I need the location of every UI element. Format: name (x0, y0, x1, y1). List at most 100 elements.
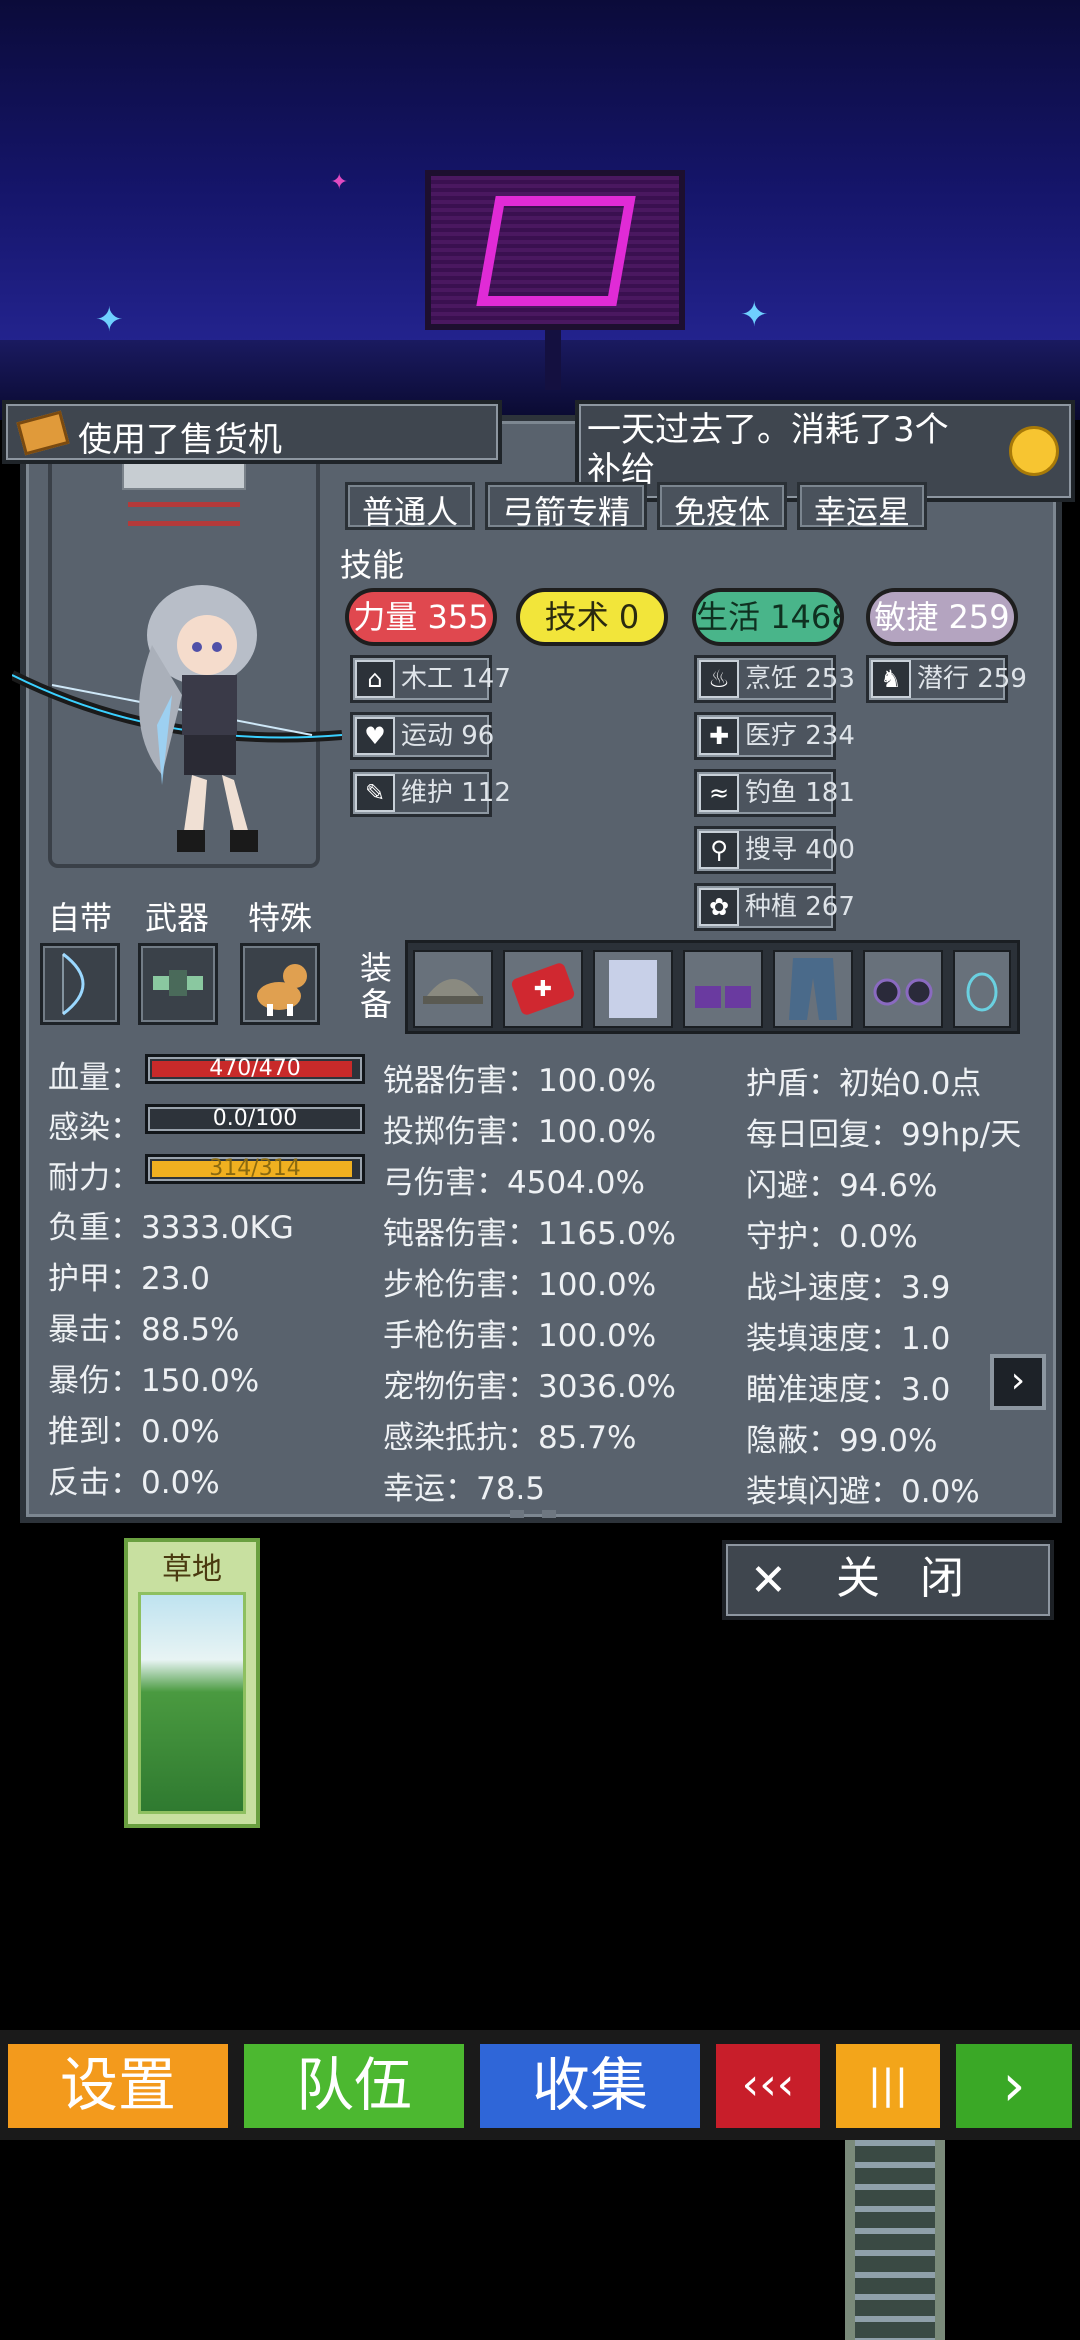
stat-counter: 反击：0.0% (48, 1465, 220, 1501)
stat-stealth: 隐蔽：99.0% (746, 1423, 938, 1459)
crossbow-icon (153, 970, 203, 996)
pants-icon (789, 958, 837, 1020)
svg-text:✚: ✚ (534, 977, 552, 1002)
house-icon: ⌂ (355, 660, 395, 698)
equip-slot-vest[interactable] (593, 950, 673, 1028)
equipment-strip: ✚ (405, 940, 1020, 1034)
stat-sharp-damage: 锐器伤害：100.0% (383, 1063, 657, 1099)
play-button-icon[interactable]: › (952, 2040, 1076, 2132)
name-plate (122, 462, 246, 490)
equip-slot-glasses[interactable] (863, 950, 943, 1028)
trait-tag[interactable]: 免疫体 (657, 482, 788, 531)
archer-character-sprite (12, 585, 342, 852)
rewind-button-icon[interactable]: ‹‹‹ (712, 2040, 824, 2132)
stat-crit-damage: 暴伤：150.0% (48, 1363, 260, 1399)
stat-infection-label: 感染： (48, 1110, 141, 1146)
skill-strength[interactable]: 力量 355 (345, 588, 497, 646)
stat-guard: 守护：0.0% (746, 1219, 918, 1255)
weapon-slot[interactable] (138, 943, 218, 1025)
stat-pistol-damage: 手枪伤害：100.0% (383, 1318, 657, 1354)
next-page-arrow-icon[interactable]: › (990, 1354, 1046, 1410)
grassland-scene (138, 1592, 246, 1814)
collect-button[interactable]: 收集 (476, 2040, 704, 2132)
category-special: 特殊 (248, 899, 313, 937)
heart-icon: ♥ (355, 717, 395, 755)
stamina-bar: 314/314 (145, 1154, 365, 1184)
settings-button[interactable]: 设置 (4, 2040, 232, 2132)
subskill-fishing[interactable]: ≈ 钓鱼 181 (694, 769, 855, 817)
equip-slot-accessory[interactable] (953, 950, 1011, 1028)
category-innate: 自带 (48, 899, 113, 937)
infection-bar: 0.0/100 (145, 1104, 365, 1134)
trait-tag[interactable]: 弓箭专精 (485, 482, 648, 531)
category-weapon: 武器 (145, 899, 210, 937)
trait-tag[interactable]: 幸运星 (797, 482, 928, 531)
cap-icon (423, 979, 483, 1004)
close-button-label: 关闭 (836, 1553, 1004, 1604)
stat-hp-label: 血量： (48, 1060, 141, 1096)
stat-shield: 护盾：初始0.0点 (746, 1066, 982, 1102)
shoes-icon (695, 986, 751, 1008)
subskill-stealth[interactable]: ♞ 潜行 259 (866, 655, 1027, 703)
notification-text: 一天过去了。消耗了3个补给 (587, 410, 949, 490)
subskill-search[interactable]: ⚲ 搜寻 400 (694, 826, 855, 874)
stat-bow-damage: 弓伤害：4504.0% (383, 1165, 645, 1201)
team-button[interactable]: 队伍 (240, 2040, 468, 2132)
stat-aim-speed: 瞄准速度：3.0 (746, 1372, 951, 1408)
corgi-pet-icon (257, 964, 307, 1016)
bow-icon (62, 952, 85, 1016)
subskill-medical[interactable]: ✚ 医疗 234 (694, 712, 855, 760)
stat-weight: 负重：3333.0KG (48, 1210, 294, 1246)
stat-pet-damage: 宠物伤害：3036.0% (383, 1369, 676, 1405)
billboard-pole (545, 330, 561, 390)
stat-infection-resist: 感染抵抗：85.7% (383, 1420, 637, 1456)
equip-slot-cap[interactable] (413, 950, 493, 1028)
stat-combat-speed: 战斗速度：3.9 (746, 1270, 951, 1306)
equipment-label: 装备 (360, 949, 393, 1023)
equip-slot-firstaid[interactable]: ✚ (503, 950, 583, 1028)
pot-icon: ♨ (699, 660, 739, 698)
special-slot[interactable] (240, 943, 320, 1025)
page-dot (542, 1510, 556, 1518)
portrait-health-bar (128, 502, 240, 526)
medkit-icon: ✚ (699, 717, 739, 755)
stat-throw-damage: 投掷伤害：100.0% (383, 1114, 657, 1150)
equip-slot-shoes[interactable] (683, 950, 763, 1028)
trait-tag[interactable]: 普通人 (345, 482, 476, 531)
location-card-grassland[interactable]: 草地 (124, 1538, 260, 1828)
page-dot (510, 1510, 524, 1518)
skills-heading: 技能 (340, 546, 405, 584)
close-button[interactable]: ✕ 关闭 (722, 1540, 1054, 1620)
close-icon: ✕ (750, 1555, 787, 1606)
skill-agility[interactable]: 敏捷 259 (866, 588, 1018, 646)
vest-icon (609, 960, 657, 1018)
ticket-icon (16, 410, 70, 456)
pause-button-icon[interactable]: ||| (832, 2040, 944, 2132)
notification-vending-machine: 使用了售货机 (2, 400, 502, 464)
subskill-maintenance[interactable]: ✎ 维护 112 (350, 769, 511, 817)
subskill-sports[interactable]: ♥ 运动 96 (350, 712, 494, 760)
stat-reload-speed: 装填速度：1.0 (746, 1321, 951, 1357)
hp-bar: 470/470 (145, 1054, 365, 1084)
skill-life[interactable]: 生活 1468 (692, 588, 844, 646)
stat-crit: 暴击：88.5% (48, 1312, 240, 1348)
magnifier-icon: ⚲ (699, 831, 739, 869)
notification-text: 使用了售货机 (78, 420, 282, 460)
innate-slot[interactable] (40, 943, 120, 1025)
billboard-logo-icon (476, 196, 636, 306)
subskill-carpentry[interactable]: ⌂ 木工 147 (350, 655, 511, 703)
stat-knockdown: 推到：0.0% (48, 1414, 220, 1450)
medkit-icon: ✚ (511, 963, 575, 1015)
star-icon: ✦ (740, 295, 769, 335)
stat-stamina-label: 耐力： (48, 1160, 141, 1196)
location-title: 草地 (162, 1552, 222, 1587)
subskill-planting[interactable]: ✿ 种植 267 (694, 883, 855, 931)
star-icon: ✦ (330, 170, 349, 195)
billboard (425, 170, 685, 330)
stat-daily-regen: 每日回复：99hp/天 (746, 1117, 1022, 1153)
skill-technique[interactable]: 技术 0 (516, 588, 668, 646)
subskill-cooking[interactable]: ♨ 烹饪 253 (694, 655, 855, 703)
equip-slot-pants[interactable] (773, 950, 853, 1028)
bottom-nav: 设置 队伍 收集 ‹‹‹ ||| › (0, 2030, 1080, 2140)
star-icon: ✦ (95, 300, 124, 340)
